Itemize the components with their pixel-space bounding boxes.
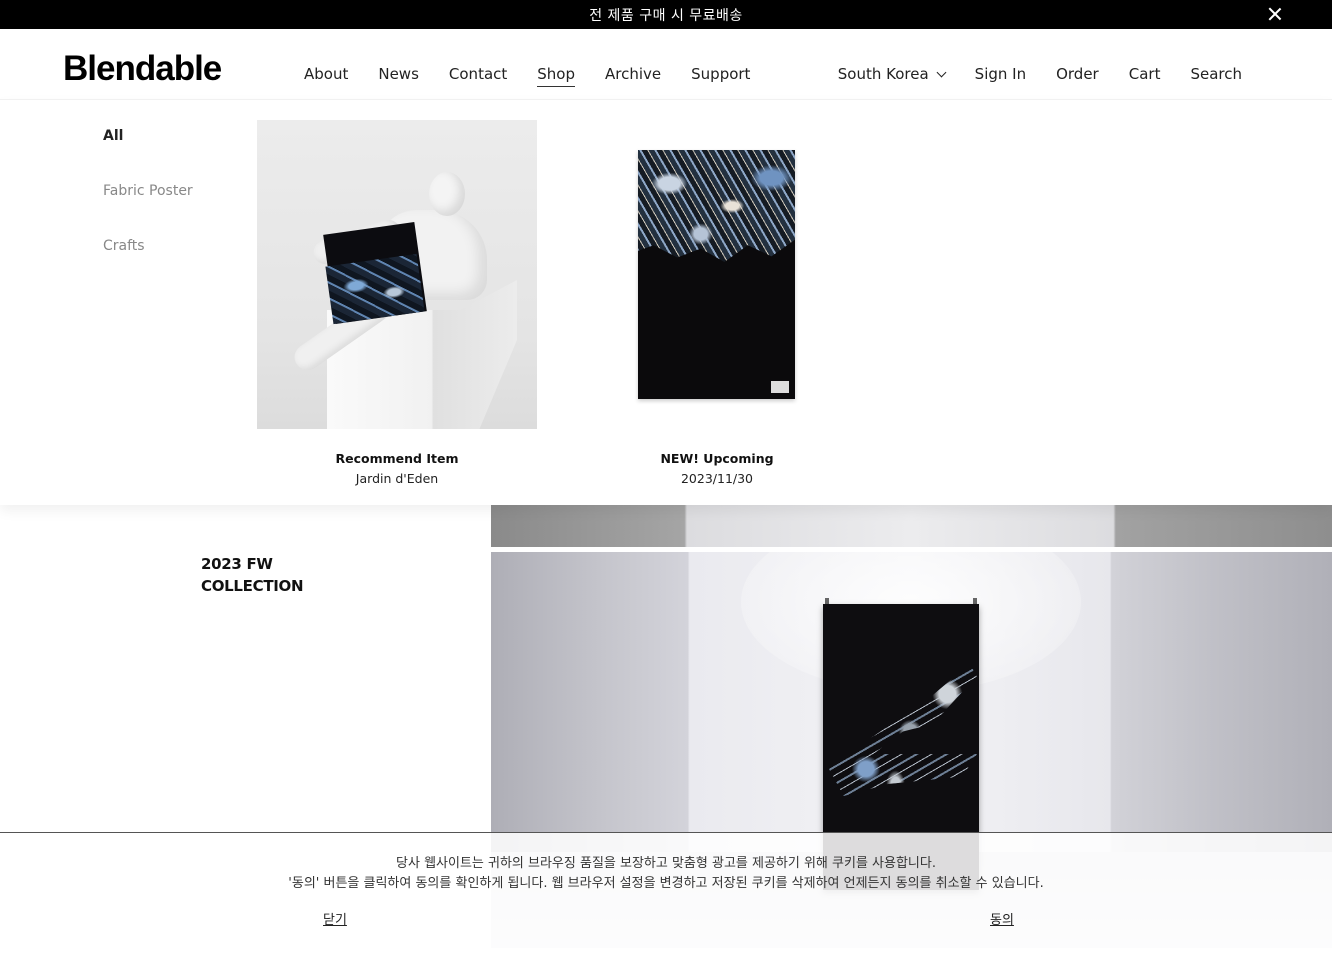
- utility-nav: South Korea Sign In Order Cart Search: [808, 65, 1242, 83]
- nav-news[interactable]: News: [378, 65, 419, 87]
- close-icon[interactable]: [1268, 7, 1282, 21]
- announcement-bar: 전 제품 구매 시 무료배송: [0, 0, 1332, 29]
- category-list: All Fabric Poster Crafts: [103, 128, 193, 293]
- logo[interactable]: Blendable: [63, 49, 222, 89]
- shop-mega-menu: All Fabric Poster Crafts Recommend Item …: [0, 99, 1332, 505]
- site-header: Blendable About News Contact Shop Archiv…: [0, 29, 1332, 99]
- nav-support[interactable]: Support: [691, 65, 750, 87]
- nav-shop[interactable]: Shop: [537, 65, 575, 87]
- statue-product-image[interactable]: [257, 120, 537, 429]
- announcement-text: 전 제품 구매 시 무료배송: [589, 7, 743, 24]
- nav-order[interactable]: Order: [1056, 65, 1099, 83]
- fabric-poster-image[interactable]: [577, 120, 857, 429]
- chevron-down-icon: [936, 67, 947, 77]
- main-nav: About News Contact Shop Archive Support: [304, 65, 780, 87]
- nav-contact[interactable]: Contact: [449, 65, 507, 87]
- card-subtitle: Jardin d'Eden: [355, 471, 439, 486]
- cookie-text-line1: 당사 웹사이트는 귀하의 브라우징 품질을 보장하고 맞춤형 광고를 제공하기 …: [396, 856, 936, 871]
- recommend-item-card[interactable]: Recommend Item Jardin d'Eden: [257, 120, 537, 486]
- category-crafts[interactable]: Crafts: [103, 238, 193, 293]
- cookie-agree-button[interactable]: 동의: [990, 909, 1014, 928]
- cookie-text-line2: '동의' 버튼을 클릭하여 동의를 확인하게 됩니다. 웹 브라우저 설정을 변…: [288, 876, 1044, 891]
- nav-about[interactable]: About: [304, 65, 348, 87]
- category-all[interactable]: All: [103, 128, 193, 183]
- card-title: NEW! Upcoming: [660, 451, 774, 466]
- nav-sign-in[interactable]: Sign In: [975, 65, 1026, 83]
- card-title: Recommend Item: [335, 451, 459, 466]
- cookie-close-button[interactable]: 닫기: [323, 909, 347, 928]
- upcoming-item-card[interactable]: NEW! Upcoming 2023/11/30: [577, 120, 857, 486]
- nav-cart[interactable]: Cart: [1129, 65, 1161, 83]
- region-selector[interactable]: South Korea: [837, 65, 947, 83]
- category-fabric-poster[interactable]: Fabric Poster: [103, 183, 193, 238]
- nav-search[interactable]: Search: [1190, 65, 1242, 83]
- card-subtitle: 2023/11/30: [680, 471, 754, 486]
- nav-archive[interactable]: Archive: [605, 65, 661, 87]
- collection-title: 2023 FW COLLECTION: [201, 555, 304, 595]
- cookie-banner: 당사 웹사이트는 귀하의 브라우징 품질을 보장하고 맞춤형 광고를 제공하기 …: [0, 832, 1332, 953]
- gallery-image-top: [491, 505, 1332, 547]
- region-label: South Korea: [837, 65, 929, 83]
